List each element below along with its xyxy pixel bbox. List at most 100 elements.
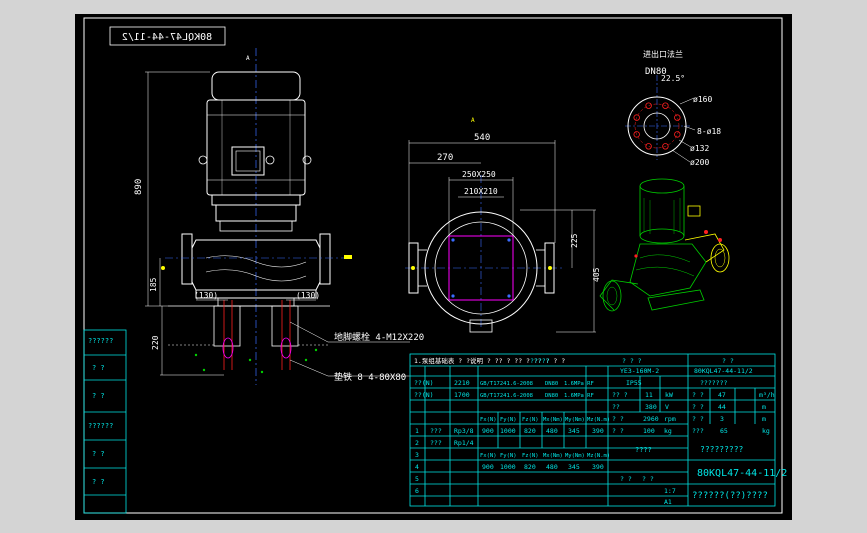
- front-section-mark: A: [246, 55, 250, 62]
- load-header-mx: Mx(Nm): [543, 417, 563, 423]
- flange-angle: 22.5°: [661, 74, 685, 83]
- load-value2-my: 345: [568, 463, 580, 471]
- dim-250x250: 250X250: [462, 170, 496, 179]
- row-item-1: ???: [430, 427, 442, 435]
- svg-text:80KQL47-44-11/2: 80KQL47-44-11/2: [122, 32, 212, 43]
- flange-d160: ø160: [693, 95, 712, 104]
- spec-r6-c1: ? ?: [612, 427, 624, 435]
- spec-r2-c5: 1.6MPa RF: [564, 393, 594, 399]
- flange-title: 进出口法兰: [643, 49, 683, 59]
- load-header2-my: My(Nm): [565, 453, 585, 459]
- side-view-label: A: [471, 117, 475, 124]
- spec-r5-c1: ? ?: [612, 415, 624, 423]
- load-value-mx: 480: [546, 427, 558, 435]
- row-label-5: 5: [415, 475, 419, 483]
- dim-base-220: 220: [151, 335, 160, 350]
- spec-r2-c1: ??(N): [414, 391, 434, 399]
- spec-r1-c7: 80KQL47-44-11/2: [694, 367, 753, 375]
- title-mid-label: ????: [635, 446, 652, 454]
- spec-r5-c5: 3: [720, 415, 724, 423]
- spec-r5-c2: 2960: [643, 415, 659, 423]
- spec-r4-c5: 44: [718, 403, 726, 411]
- spec-r3-c2: 11: [645, 391, 653, 399]
- dim-outlet-185: 185: [149, 277, 158, 292]
- spec-r6-c3: kg: [664, 427, 672, 435]
- load-header-fy: Fy(N): [500, 417, 517, 423]
- dim-height-890: 890: [134, 179, 144, 195]
- dim-405: 405: [592, 267, 601, 282]
- spec-r1-c4: DN80: [545, 381, 558, 387]
- spec-r2-c4: DN80: [545, 393, 558, 399]
- left-strip-cell-6: ? ?: [92, 478, 105, 486]
- spec-r3-c5: 47: [718, 391, 726, 399]
- spec-r2-c6: IP55: [626, 379, 642, 387]
- dim-210x210: 210X210: [464, 187, 498, 196]
- spec-r1-c6: YE3-160M-2: [620, 367, 659, 375]
- spec-header-2: ? ? ?: [622, 357, 642, 365]
- spec-r5-c6: m: [762, 415, 766, 423]
- load-value2-mz: 390: [592, 463, 604, 471]
- spec-r1-c5: 1.6MPa RF: [564, 381, 594, 387]
- spec-r4-c2: 380: [645, 403, 657, 411]
- cad-drawing-sheet: 80KQL47-44-11/2 ?????? ? ? ? ? ?????? ? …: [75, 14, 792, 520]
- row-item-2: ???: [430, 439, 442, 447]
- title-bottom-1: ? ?: [620, 475, 632, 483]
- load-header2-mx: Mx(Nm): [543, 453, 563, 459]
- left-strip-cell-1: ??????: [88, 337, 113, 345]
- spec-r6-c5: 65: [720, 427, 728, 435]
- spec-r4-c6: m: [762, 403, 766, 411]
- spec-r5-c4: ? ?: [692, 415, 704, 423]
- load-value-fx: 900: [482, 427, 494, 435]
- row-code-2: Rp1/4: [454, 439, 474, 447]
- row-label-2: 2: [415, 439, 419, 447]
- spec-header-1: ?????: [530, 357, 550, 365]
- spec-r6-c2: 100: [643, 427, 655, 435]
- spec-header-3: ? ?: [722, 357, 734, 365]
- load-header-fx: Fx(N): [480, 417, 497, 423]
- title-bottom-2: ? ?: [642, 475, 654, 483]
- spec-r2-c2: 1700: [454, 391, 470, 399]
- title-drawing-no: 80KQL47-44-11/2: [697, 468, 787, 479]
- spec-r6-c4: ???: [692, 427, 704, 435]
- row-label-3: 3: [415, 451, 419, 459]
- title-scale: 1:7: [664, 487, 676, 495]
- spec-r4-c1: ??: [612, 403, 620, 411]
- dim-left-130: (130): [194, 291, 218, 300]
- load-value2-fz: 820: [524, 463, 536, 471]
- callout-pad-iron: 垫铁 8 4-80X80: [334, 371, 406, 383]
- dim-right-130: (130): [296, 291, 320, 300]
- load-header-fz: Fz(N): [522, 417, 539, 423]
- title-name: ??????(??)????: [692, 491, 768, 501]
- spec-r2-c3: GB/T17241.6-2008: [480, 393, 533, 399]
- dim-540: 540: [474, 133, 490, 143]
- flange-d132: ø132: [690, 144, 709, 153]
- spec-r4-c3: V: [665, 403, 669, 411]
- spec-r1-c2: 2210: [454, 379, 470, 387]
- load-value-mz: 390: [592, 427, 604, 435]
- spec-r3-c6: m³/h: [759, 391, 775, 399]
- spec-r4-c4: ? ?: [692, 403, 704, 411]
- spec-r3-c3: kW: [665, 391, 673, 399]
- row-code-1: Rp3/8: [454, 427, 474, 435]
- load-value-fy: 1000: [500, 427, 516, 435]
- row-label-6: 6: [415, 487, 419, 495]
- row-label-1: 1: [415, 427, 419, 435]
- load-header2-fz: Fz(N): [522, 453, 539, 459]
- title-sheet: A1: [664, 498, 672, 506]
- title-sub-title: ?????????: [700, 445, 744, 454]
- spec-r3-c4: ? ?: [692, 391, 704, 399]
- load-header2-fy: Fy(N): [500, 453, 517, 459]
- callout-anchor-bolt: 地脚螺栓 4-M12X220: [334, 331, 424, 343]
- left-strip-cell-4: ??????: [88, 422, 113, 430]
- load-value2-fy: 1000: [500, 463, 516, 471]
- load-value2-mx: 480: [546, 463, 558, 471]
- spec-r5-c3: rpm: [664, 415, 676, 423]
- load-value-my: 345: [568, 427, 580, 435]
- left-strip-cell-5: ? ?: [92, 450, 105, 458]
- spec-r1-c1: ??(N): [414, 379, 434, 387]
- load-value-fz: 820: [524, 427, 536, 435]
- left-strip-cell-3: ? ?: [92, 392, 105, 400]
- spec-r6-c6: kg: [762, 427, 770, 435]
- dim-270: 270: [437, 153, 453, 163]
- load-header2-mz: Mz(N.m): [587, 453, 610, 459]
